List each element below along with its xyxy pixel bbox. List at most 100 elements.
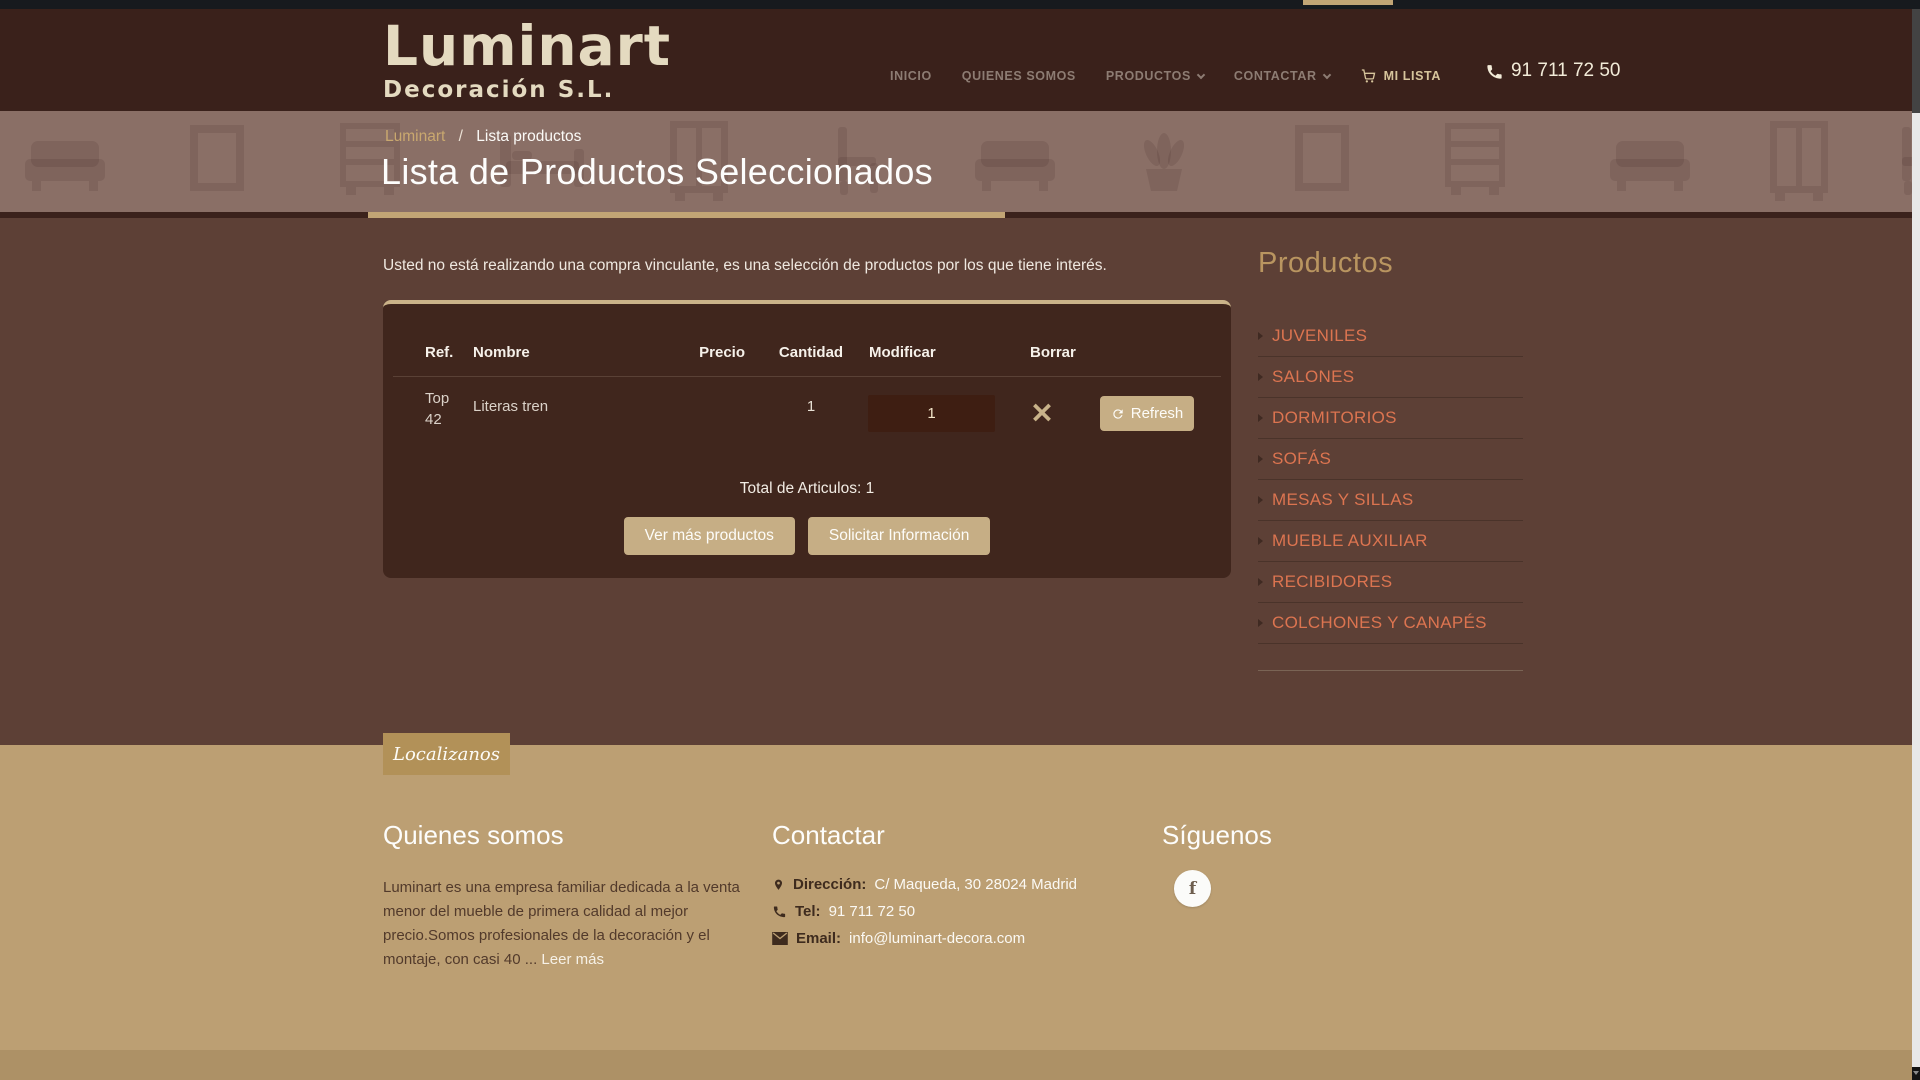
product-list-panel: Ref. Nombre Precio Cantidad Modificar Bo… bbox=[383, 300, 1231, 578]
sidebar-item-label: SALONES bbox=[1272, 367, 1354, 387]
sidebar-title: Productos bbox=[1258, 247, 1523, 280]
sidebar-item-label: SOFÁS bbox=[1272, 449, 1331, 469]
sidebar-item-colchones-y-canapes[interactable]: COLCHONES Y CANAPÉS bbox=[1258, 603, 1523, 644]
nav-productos[interactable]: PRODUCTOS bbox=[1106, 69, 1204, 83]
sidebar-divider bbox=[1258, 670, 1523, 671]
sidebar-item-salones[interactable]: SALONES bbox=[1258, 357, 1523, 398]
map-pin-icon bbox=[772, 877, 785, 893]
logo-line1: Luminart bbox=[383, 19, 671, 74]
email-link[interactable]: info@luminart-decora.com bbox=[849, 925, 1025, 952]
nav-contactar-label: CONTACTAR bbox=[1234, 69, 1317, 83]
total-articles: Total de Articulos: 1 bbox=[383, 480, 1231, 498]
leer-mas-link[interactable]: Leer más bbox=[541, 951, 604, 968]
sidebar-item-mesas-y-sillas[interactable]: MESAS Y SILLAS bbox=[1258, 480, 1523, 521]
browser-topbar bbox=[0, 0, 1920, 9]
tel-label: Tel: bbox=[795, 898, 821, 925]
page-header-band: Luminart / Lista productos Lista de Prod… bbox=[0, 111, 1920, 212]
sidebar-item-recibidores[interactable]: RECIBIDORES bbox=[1258, 562, 1523, 603]
email-label: Email: bbox=[796, 925, 841, 952]
sidebar-item-label: RECIBIDORES bbox=[1272, 572, 1392, 592]
col-header-ref: Ref. bbox=[425, 344, 453, 361]
header-phone[interactable]: 91 711 72 50 bbox=[1485, 60, 1621, 82]
furniture-pattern-icons bbox=[0, 111, 1920, 212]
nav-mi-lista[interactable]: MI LISTA bbox=[1360, 68, 1441, 84]
footer-social: Síguenos f bbox=[1162, 820, 1362, 907]
sidebar-item-label: DORMITORIOS bbox=[1272, 408, 1397, 428]
sidebar-item-mueble-auxiliar[interactable]: MUEBLE AUXILIAR bbox=[1258, 521, 1523, 562]
phone-icon bbox=[1485, 62, 1504, 81]
intro-text: Usted no está realizando una compra vinc… bbox=[383, 257, 1107, 275]
direccion-value: C/ Maqueda, 30 28024 Madrid bbox=[874, 871, 1077, 898]
footer-about-text: Luminart es una empresa familiar dedicad… bbox=[383, 876, 743, 972]
direccion-label: Dirección: bbox=[793, 871, 866, 898]
cart-icon bbox=[1360, 68, 1377, 84]
scrollbar-thumb[interactable] bbox=[1912, 9, 1920, 113]
footer: Localizanos Quienes somos Luminart es un… bbox=[0, 745, 1920, 1050]
table-header-divider bbox=[393, 376, 1221, 377]
site-logo[interactable]: Luminart Decoración S.L. bbox=[383, 19, 671, 103]
x-delete-icon bbox=[1031, 402, 1053, 423]
title-underline bbox=[368, 212, 1005, 218]
ver-mas-productos-button[interactable]: Ver más productos bbox=[624, 517, 795, 555]
main-nav: INICIO QUIENES SOMOS PRODUCTOS CONTACTAR… bbox=[890, 9, 1621, 111]
triangle-bullet-icon bbox=[1258, 496, 1263, 504]
nav-inicio-label: INICIO bbox=[890, 69, 932, 83]
contact-email: Email: info@luminart-decora.com bbox=[772, 925, 1192, 952]
triangle-bullet-icon bbox=[1258, 537, 1263, 545]
chevron-down-icon bbox=[1322, 70, 1330, 78]
solicitar-informacion-button[interactable]: Solicitar Información bbox=[808, 517, 990, 555]
contact-tel: Tel: 91 711 72 50 bbox=[772, 898, 1192, 925]
footer-contact: Contactar Dirección: C/ Maqueda, 30 2802… bbox=[772, 820, 1192, 952]
sidebar-category-list: JUVENILES SALONES DORMITORIOS SOFÁS MESA… bbox=[1258, 316, 1523, 644]
contact-direccion: Dirección: C/ Maqueda, 30 28024 Madrid bbox=[772, 871, 1192, 898]
sidebar-item-label: MUEBLE AUXILIAR bbox=[1272, 531, 1428, 551]
sidebar-item-label: MESAS Y SILLAS bbox=[1272, 490, 1414, 510]
sidebar-item-juveniles[interactable]: JUVENILES bbox=[1258, 316, 1523, 357]
facebook-icon[interactable]: f bbox=[1174, 870, 1211, 907]
triangle-bullet-icon bbox=[1258, 373, 1263, 381]
footer-about-title: Quienes somos bbox=[383, 820, 743, 851]
quantity-input[interactable] bbox=[868, 395, 995, 432]
sidebar-item-label: COLCHONES Y CANAPÉS bbox=[1272, 613, 1487, 633]
nav-productos-label: PRODUCTOS bbox=[1106, 69, 1191, 83]
nav-inicio[interactable]: INICIO bbox=[890, 69, 932, 83]
contact-lines: Dirección: C/ Maqueda, 30 28024 Madrid T… bbox=[772, 871, 1192, 952]
col-header-borrar: Borrar bbox=[1030, 344, 1076, 361]
breadcrumb-separator: / bbox=[459, 128, 463, 145]
panel-buttons: Ver más productos Solicitar Información bbox=[383, 517, 1231, 555]
tel-value: 91 711 72 50 bbox=[829, 898, 915, 925]
refresh-button[interactable]: Refresh bbox=[1100, 396, 1194, 431]
row-cantidad: 1 bbox=[777, 398, 845, 415]
row-nombre: Literas tren bbox=[473, 398, 548, 415]
triangle-bullet-icon bbox=[1258, 455, 1263, 463]
sidebar-item-dormitorios[interactable]: DORMITORIOS bbox=[1258, 398, 1523, 439]
breadcrumb: Luminart / Lista productos bbox=[385, 128, 581, 146]
logo-line2: Decoración S.L. bbox=[383, 77, 671, 103]
row-ref: Top 42 bbox=[425, 388, 463, 430]
col-header-cantidad: Cantidad bbox=[777, 344, 845, 361]
nav-quienes-somos[interactable]: QUIENES SOMOS bbox=[962, 69, 1076, 83]
triangle-bullet-icon bbox=[1258, 619, 1263, 627]
facebook-letter: f bbox=[1189, 879, 1196, 899]
band-bottom-strip bbox=[0, 212, 1920, 218]
scrollbar-track[interactable] bbox=[1912, 9, 1920, 1080]
header-phone-number: 91 711 72 50 bbox=[1511, 60, 1621, 82]
nav-quienes-somos-label: QUIENES SOMOS bbox=[962, 69, 1076, 83]
col-header-precio: Precio bbox=[663, 344, 745, 361]
sidebar-item-label: JUVENILES bbox=[1272, 326, 1367, 346]
col-header-modificar: Modificar bbox=[869, 344, 936, 361]
breadcrumb-home[interactable]: Luminart bbox=[385, 128, 445, 145]
chevron-down-icon bbox=[1197, 70, 1205, 78]
footer-about: Quienes somos Luminart es una empresa fa… bbox=[383, 820, 743, 972]
col-header-nombre: Nombre bbox=[473, 344, 530, 361]
products-sidebar: Productos JUVENILES SALONES DORMITORIOS … bbox=[1258, 247, 1523, 671]
localizanos-tab[interactable]: Localizanos bbox=[383, 733, 510, 775]
sidebar-item-sofas[interactable]: SOFÁS bbox=[1258, 439, 1523, 480]
scrollbar-down-arrow[interactable] bbox=[1912, 1067, 1920, 1080]
nav-contactar[interactable]: CONTACTAR bbox=[1234, 69, 1330, 83]
refresh-button-label: Refresh bbox=[1131, 405, 1184, 422]
delete-row-button[interactable] bbox=[1029, 401, 1055, 427]
page-title: Lista de Productos Seleccionados bbox=[381, 151, 933, 193]
refresh-icon bbox=[1111, 407, 1125, 421]
breadcrumb-current: Lista productos bbox=[476, 128, 581, 145]
